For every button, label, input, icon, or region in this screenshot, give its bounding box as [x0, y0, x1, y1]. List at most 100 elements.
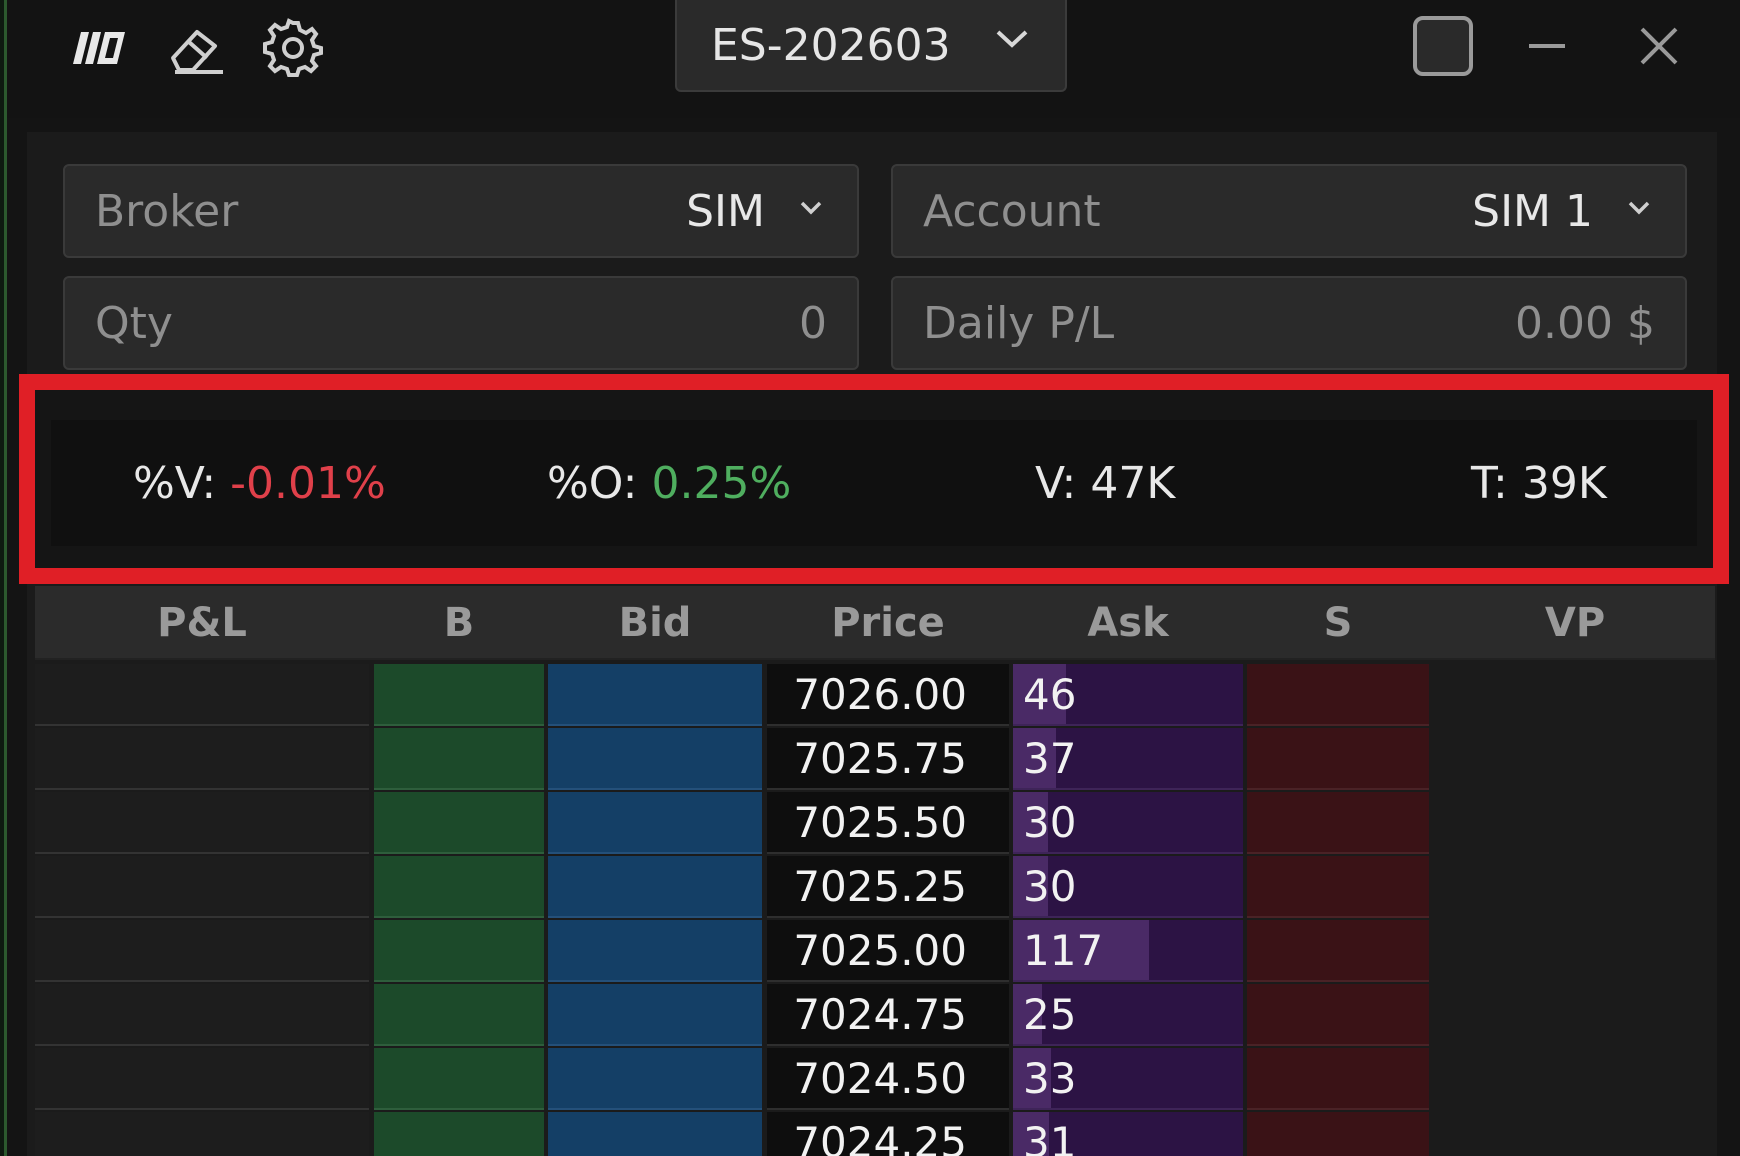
ask-size: 25: [1023, 990, 1076, 1039]
price-cell[interactable]: 7025.75: [767, 728, 1009, 790]
buy-order-cell[interactable]: [374, 984, 544, 1046]
pnl-cell[interactable]: [35, 1112, 369, 1156]
price-cell[interactable]: 7024.50: [767, 1048, 1009, 1110]
volume-profile-cell[interactable]: [1435, 984, 1715, 1046]
volume-profile-cell[interactable]: [1435, 1048, 1715, 1110]
buy-order-cell[interactable]: [374, 1112, 544, 1156]
pnl-cell[interactable]: [35, 984, 369, 1046]
bid-cell[interactable]: [548, 1112, 762, 1156]
buy-order-cell[interactable]: [374, 1048, 544, 1110]
sell-order-cell[interactable]: [1247, 984, 1429, 1046]
chevron-down-icon: [995, 28, 1029, 50]
daily-pl-field: Daily P/L 0.00 $: [891, 276, 1687, 370]
bid-cell[interactable]: [548, 856, 762, 918]
pnl-cell[interactable]: [35, 1048, 369, 1110]
sell-order-cell[interactable]: [1247, 792, 1429, 854]
column-header-price[interactable]: Price: [767, 586, 1009, 660]
sell-order-cell[interactable]: [1247, 728, 1429, 790]
ladder-row: 7025.50 30: [35, 792, 1715, 856]
buy-order-cell[interactable]: [374, 856, 544, 918]
pnl-cell[interactable]: [35, 856, 369, 918]
ladder-row: 7026.00 46: [35, 664, 1715, 728]
stat-trades-value: 39K: [1522, 458, 1607, 509]
pnl-cell[interactable]: [35, 664, 369, 726]
stat-pct-open-label: %O:: [547, 458, 638, 509]
gear-icon[interactable]: [257, 18, 329, 78]
column-header-pnl[interactable]: P&L: [35, 586, 369, 660]
stats-bar: %V: -0.01% %O: 0.25% V: 47K T: 39K: [51, 420, 1697, 546]
bid-cell[interactable]: [548, 664, 762, 726]
bid-cell[interactable]: [548, 984, 762, 1046]
volume-profile-cell[interactable]: [1435, 728, 1715, 790]
volume-profile-cell[interactable]: [1435, 792, 1715, 854]
ask-size: 37: [1023, 734, 1076, 783]
maximize-button[interactable]: [1403, 14, 1483, 78]
dom-trader-window: ES-202603 Broker SIM: [4, 0, 1740, 1156]
column-header-ask[interactable]: Ask: [1013, 586, 1243, 660]
qty-value: 0: [799, 298, 827, 349]
price-cell[interactable]: 7025.00: [767, 920, 1009, 982]
stat-pct-open: %O: 0.25%: [547, 420, 791, 546]
ladder-row: 7025.00117: [35, 920, 1715, 984]
bid-cell[interactable]: [548, 728, 762, 790]
sell-order-cell[interactable]: [1247, 1112, 1429, 1156]
logo-icon[interactable]: [63, 18, 135, 78]
buy-order-cell[interactable]: [374, 664, 544, 726]
broker-select[interactable]: Broker SIM: [63, 164, 859, 258]
ask-cell[interactable]: 30: [1013, 856, 1243, 918]
volume-profile-cell[interactable]: [1435, 664, 1715, 726]
pnl-cell[interactable]: [35, 728, 369, 790]
pnl-cell[interactable]: [35, 920, 369, 982]
volume-profile-cell[interactable]: [1435, 1112, 1715, 1156]
buy-order-cell[interactable]: [374, 792, 544, 854]
bid-cell[interactable]: [548, 920, 762, 982]
sell-order-cell[interactable]: [1247, 856, 1429, 918]
sell-order-cell[interactable]: [1247, 664, 1429, 726]
close-button[interactable]: [1619, 14, 1699, 78]
stat-volume-label: V:: [1035, 458, 1076, 509]
sell-order-cell[interactable]: [1247, 920, 1429, 982]
bid-cell[interactable]: [548, 1048, 762, 1110]
bid-cell[interactable]: [548, 792, 762, 854]
column-header-vp[interactable]: VP: [1435, 586, 1715, 660]
ask-cell[interactable]: 30: [1013, 792, 1243, 854]
pnl-cell[interactable]: [35, 792, 369, 854]
ladder-row: 7025.2530: [35, 856, 1715, 920]
ask-cell[interactable]: 31: [1013, 1112, 1243, 1156]
stat-pct-vwap-value: -0.01%: [230, 458, 386, 509]
minimize-button[interactable]: [1507, 14, 1587, 78]
column-header-sell[interactable]: S: [1247, 586, 1429, 660]
sell-order-cell[interactable]: [1247, 1048, 1429, 1110]
ask-cell[interactable]: 46: [1013, 664, 1243, 726]
ask-size: 30: [1023, 798, 1076, 847]
broker-value: SIM: [686, 186, 765, 237]
volume-profile-cell[interactable]: [1435, 856, 1715, 918]
ask-cell[interactable]: 117: [1013, 920, 1243, 982]
price-cell[interactable]: 7026.00: [767, 664, 1009, 726]
column-header-buy[interactable]: B: [374, 586, 544, 660]
price-cell[interactable]: 7025.25: [767, 856, 1009, 918]
ask-size: 46: [1023, 670, 1076, 719]
buy-order-cell[interactable]: [374, 728, 544, 790]
price-cell[interactable]: 7024.75: [767, 984, 1009, 1046]
ask-cell[interactable]: 37: [1013, 728, 1243, 790]
price-cell[interactable]: 7025.50: [767, 792, 1009, 854]
qty-field[interactable]: Qty 0: [63, 276, 859, 370]
ask-cell[interactable]: 25: [1013, 984, 1243, 1046]
volume-profile-cell[interactable]: [1435, 920, 1715, 982]
ladder-row: 7025.75 37: [35, 728, 1715, 792]
ask-cell[interactable]: 33: [1013, 1048, 1243, 1110]
price-cell[interactable]: 7024.25: [767, 1112, 1009, 1156]
symbol-selector[interactable]: ES-202603: [675, 0, 1067, 92]
stat-volume-value: 47K: [1090, 458, 1175, 509]
broker-label: Broker: [95, 186, 238, 237]
buy-order-cell[interactable]: [374, 920, 544, 982]
account-select[interactable]: Account SIM 1: [891, 164, 1687, 258]
eraser-icon[interactable]: [161, 18, 233, 78]
stat-volume: V: 47K: [1035, 420, 1175, 546]
title-bar: ES-202603: [7, 0, 1740, 118]
daily-pl-value: 0.00 $: [1515, 298, 1655, 349]
stat-trades: T: 39K: [1471, 420, 1607, 546]
stat-trades-label: T:: [1471, 458, 1508, 509]
column-header-bid[interactable]: Bid: [548, 586, 762, 660]
